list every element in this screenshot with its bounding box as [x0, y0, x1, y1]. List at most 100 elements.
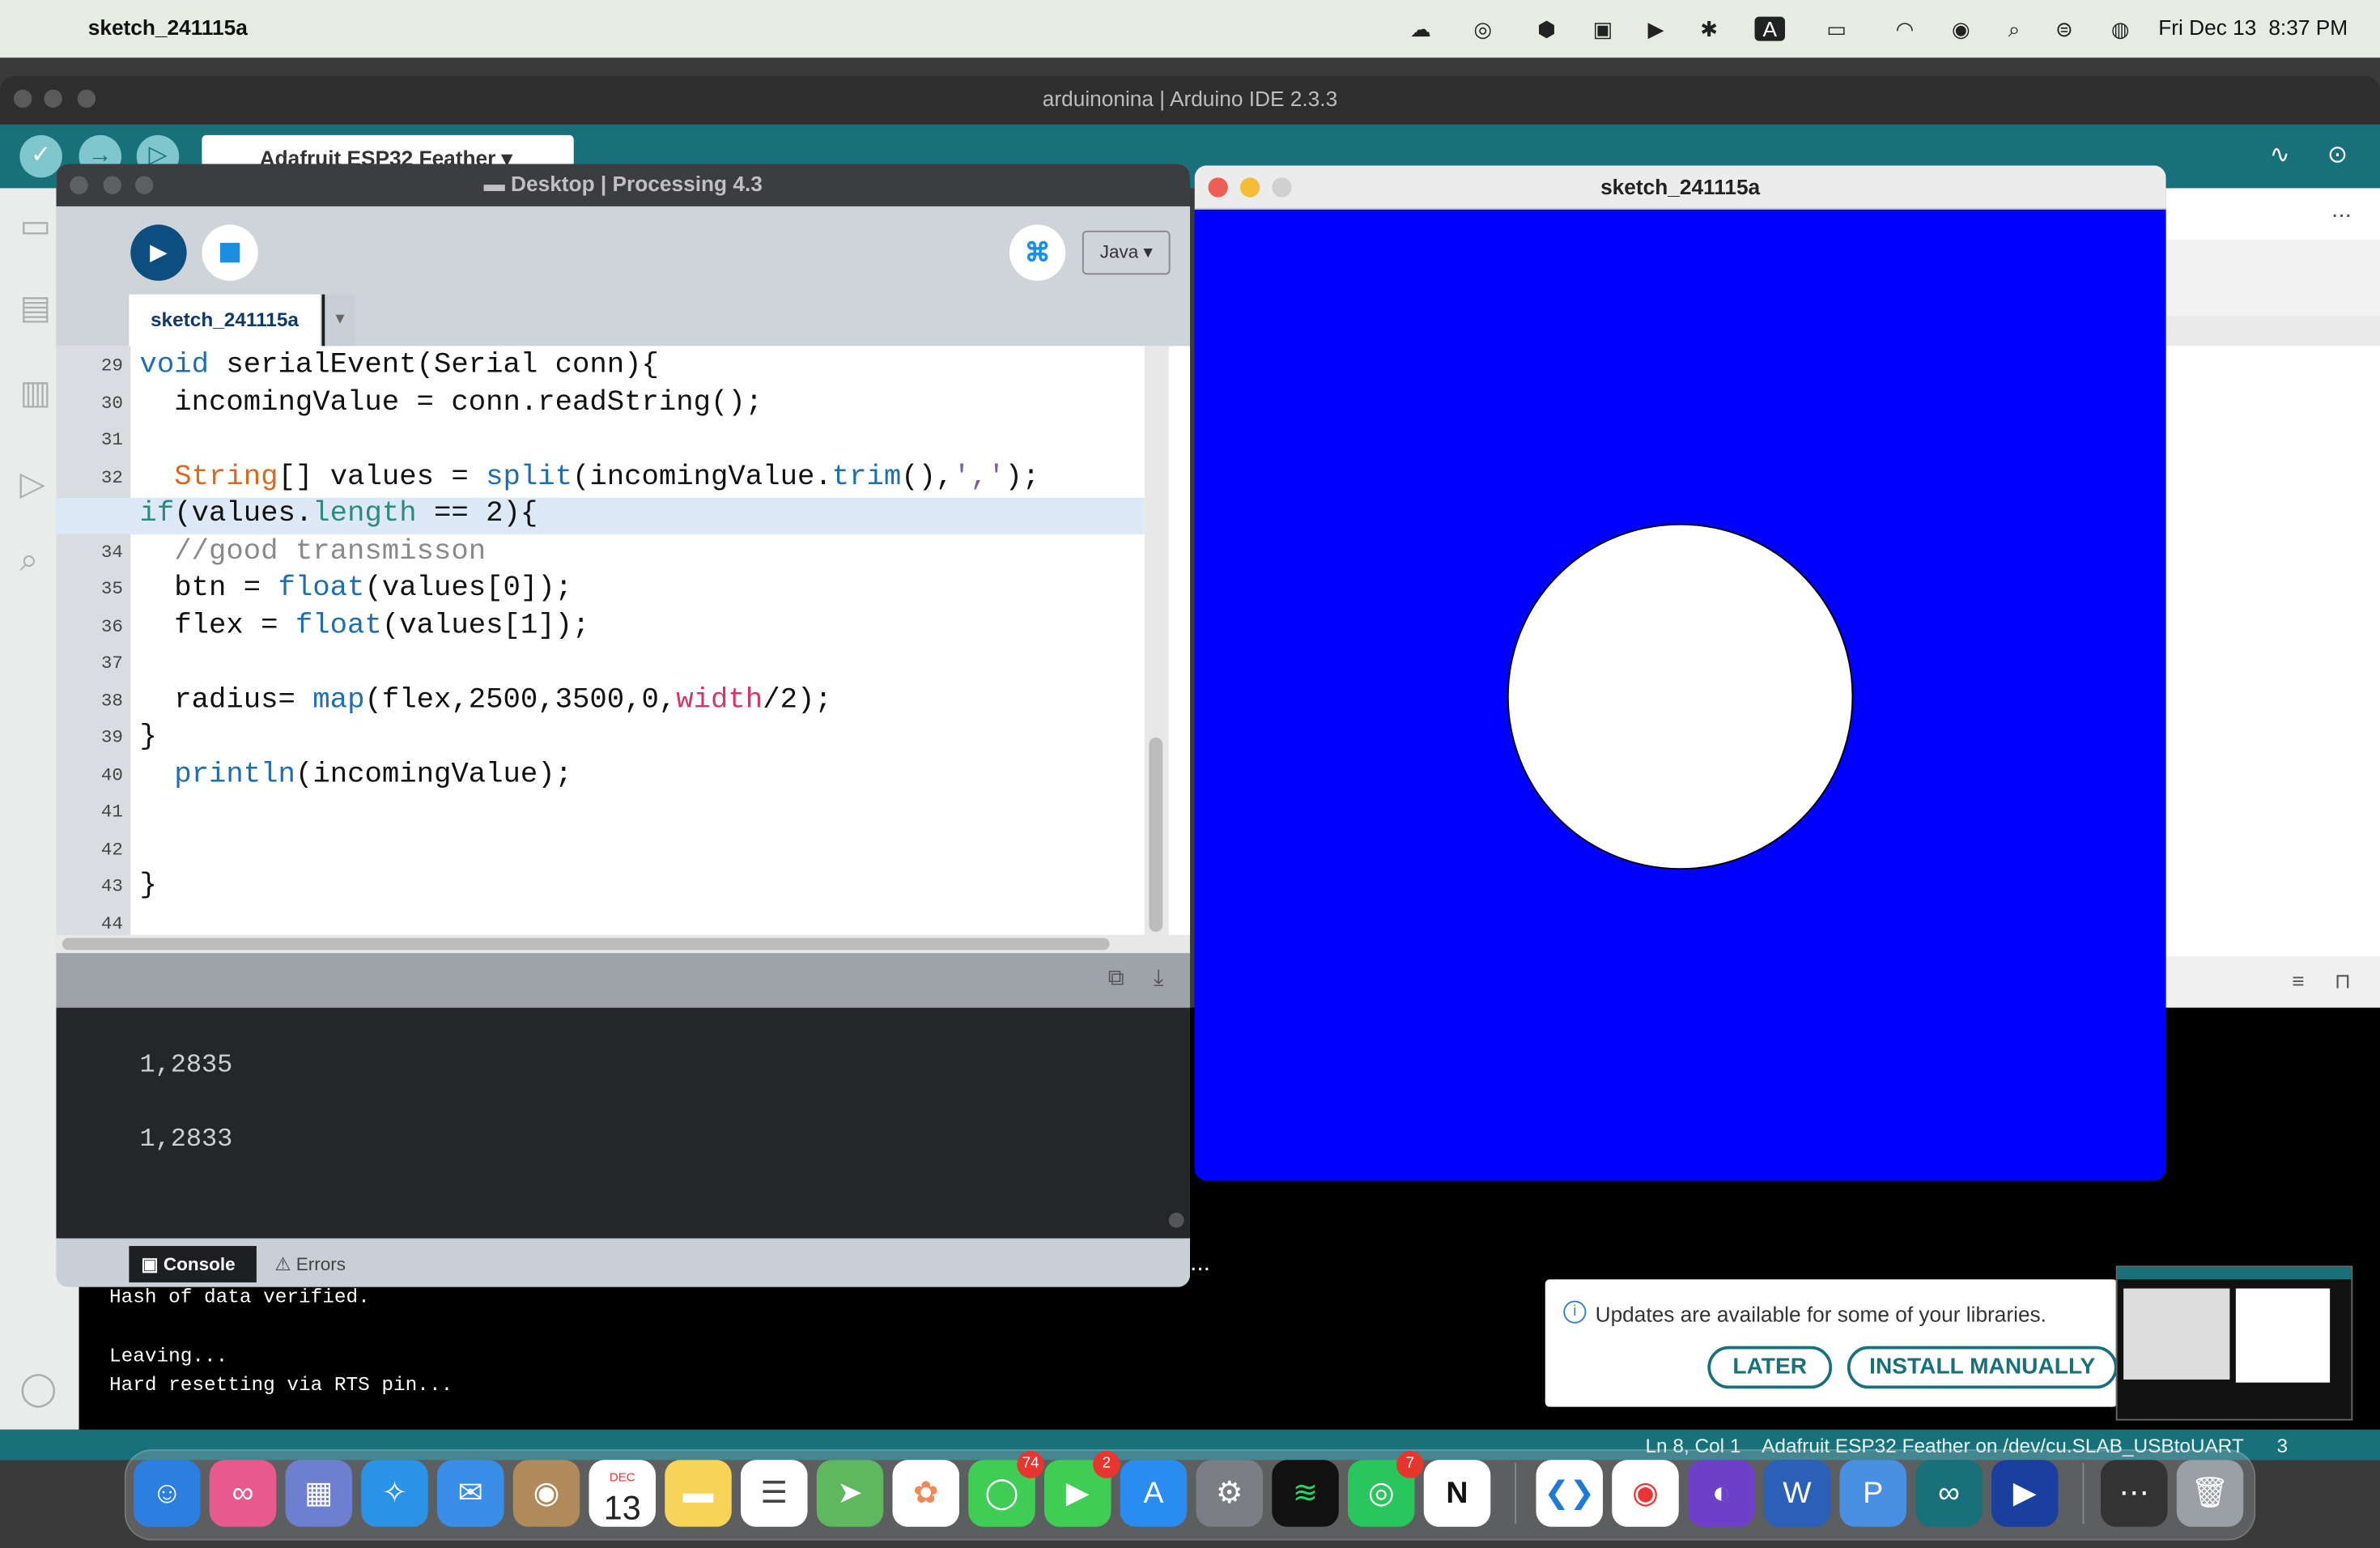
- maps-icon[interactable]: ➤: [816, 1460, 884, 1527]
- arduino-dock-icon[interactable]: ∞: [1915, 1460, 1983, 1527]
- lock-icon[interactable]: ⊓: [2335, 968, 2352, 994]
- code-comment: //good transmisson: [139, 533, 487, 568]
- creative-cloud-dock-icon[interactable]: ∞: [209, 1460, 277, 1527]
- line-number: 37: [100, 653, 123, 674]
- code-line: println(incomingValue);: [174, 756, 573, 790]
- chrome-icon[interactable]: ◉: [1612, 1460, 1679, 1527]
- tab-sketch[interactable]: sketch_241115a: [129, 294, 321, 347]
- media-player-icon[interactable]: ▶: [1991, 1460, 2059, 1527]
- later-button[interactable]: LATER: [1707, 1346, 1833, 1389]
- console-output: [56, 1007, 1190, 1239]
- facetime-badge: 2: [1093, 1451, 1120, 1478]
- teams-icon[interactable]: ▣: [1587, 17, 1618, 43]
- mode-label: Java: [1099, 241, 1139, 263]
- wifi-icon[interactable]: ◠: [1889, 17, 1920, 43]
- console-scroll-thumb[interactable]: [1168, 1212, 1184, 1228]
- safari-icon[interactable]: ✧: [361, 1460, 428, 1527]
- debugger-button[interactable]: ⌘: [1009, 224, 1066, 281]
- line-number: 31: [100, 429, 123, 451]
- app-store-icon[interactable]: A: [1120, 1460, 1188, 1527]
- line-number: 44: [100, 912, 123, 934]
- cloud-icon[interactable]: ☁: [1405, 17, 1436, 43]
- finder-icon[interactable]: ☺: [134, 1460, 201, 1527]
- sketch-window-title: sketch_241115a: [1600, 174, 1761, 199]
- zoom-icon[interactable]: [134, 176, 154, 194]
- play-icon[interactable]: ▶: [1641, 17, 1672, 43]
- collapse-icon[interactable]: ⤓: [1154, 965, 1163, 991]
- folder-icon[interactable]: ▭: [19, 206, 51, 246]
- line-number: 41: [100, 801, 123, 823]
- control-center-icon[interactable]: ⊜: [2049, 17, 2080, 43]
- zoom-icon[interactable]: [77, 89, 96, 108]
- messages-badge: 74: [1017, 1451, 1044, 1478]
- output-line: Leaving...: [109, 1344, 228, 1367]
- trash-icon[interactable]: 🗑: [2176, 1460, 2244, 1527]
- zoom-icon[interactable]: [1272, 177, 1292, 198]
- menu-bar: sketch_241115a ☁ ◎ ⬢ ▣ ▶ ✱ A ▭ ◠ ◉ ⌕ ⊜ ◍…: [0, 0, 2380, 58]
- search-icon[interactable]: ⌕: [1999, 17, 2029, 43]
- processing-dock-icon[interactable]: P: [1839, 1460, 1906, 1527]
- debug-sidebar-icon[interactable]: ▷: [19, 465, 45, 504]
- reminders-icon[interactable]: ☰: [741, 1460, 808, 1527]
- serial-plotter-icon[interactable]: ∿: [2259, 135, 2301, 177]
- notion-icon[interactable]: N: [1423, 1460, 1491, 1527]
- screenshot-thumbnail[interactable]: [2115, 1265, 2353, 1421]
- minimize-icon[interactable]: [44, 89, 62, 108]
- vscode-icon[interactable]: ❮❯: [1536, 1460, 1603, 1527]
- vertical-scrollbar[interactable]: [1144, 346, 1169, 935]
- more-icon[interactable]: ...: [2331, 198, 2352, 225]
- notes-icon[interactable]: ▬: [665, 1460, 732, 1527]
- search-sidebar-icon[interactable]: ⌕: [19, 540, 38, 580]
- calendar-month: DEC: [609, 1470, 635, 1485]
- clock[interactable]: Fri Dec 13 8:37 PM: [2158, 15, 2360, 40]
- bluetooth-icon[interactable]: ✱: [1694, 17, 1725, 43]
- word-icon[interactable]: W: [1763, 1460, 1831, 1527]
- copy-icon[interactable]: ⧉: [1108, 965, 1124, 991]
- user-icon[interactable]: ◉: [1946, 17, 1977, 43]
- close-icon[interactable]: [1208, 177, 1228, 198]
- creative-cloud-icon[interactable]: ◎: [1468, 17, 1498, 43]
- account-icon[interactable]: ◯: [19, 1369, 57, 1409]
- photos-icon[interactable]: ✿: [892, 1460, 959, 1527]
- battery-icon[interactable]: ▭: [1821, 17, 1852, 43]
- serial-monitor-icon[interactable]: ⊙: [2316, 135, 2359, 177]
- messages-icon[interactable]: ◯ 74: [968, 1451, 1044, 1527]
- downloads-stack-icon[interactable]: ⋯: [2101, 1460, 2168, 1527]
- install-manually-button[interactable]: INSTALL MANUALLY: [1847, 1346, 2118, 1389]
- app-status-icon[interactable]: ⬢: [1532, 17, 1562, 43]
- line-number: 30: [100, 392, 123, 414]
- launchpad-icon[interactable]: ▦: [285, 1460, 352, 1527]
- line-number: 34: [100, 541, 123, 563]
- notification-count[interactable]: 3: [2277, 1434, 2289, 1457]
- system-settings-icon[interactable]: ⚙: [1196, 1460, 1263, 1527]
- folder-icon: ▬: [483, 171, 512, 196]
- minimize-icon[interactable]: [1239, 177, 1260, 198]
- code-line: String[] values = split(incomingValue.tr…: [174, 459, 1040, 493]
- keyboard-input-icon[interactable]: A: [1754, 16, 1785, 41]
- mode-selector[interactable]: Java ▾: [1082, 230, 1171, 275]
- stop-button[interactable]: [202, 224, 258, 281]
- boards-manager-icon[interactable]: ▤: [19, 288, 51, 328]
- clear-output-icon[interactable]: ≡: [2292, 968, 2304, 993]
- facetime-icon[interactable]: ▶ 2: [1044, 1451, 1120, 1527]
- library-manager-icon[interactable]: ▥: [19, 373, 51, 413]
- mail-icon[interactable]: ✉: [437, 1460, 504, 1527]
- github-desktop-icon[interactable]: ◐: [1688, 1460, 1755, 1527]
- tab-menu-button[interactable]: ▼: [321, 294, 355, 347]
- contacts-icon[interactable]: ◉: [512, 1460, 580, 1527]
- notification-message: Updates are available for some of your l…: [1595, 1302, 2046, 1327]
- calendar-icon[interactable]: DEC 13: [589, 1460, 656, 1527]
- siri-icon[interactable]: ◍: [2106, 17, 2136, 43]
- close-icon[interactable]: [13, 89, 32, 108]
- horizontal-scrollbar[interactable]: [56, 934, 1190, 954]
- console-header: ⧉ ⤓: [56, 953, 1190, 1008]
- active-app-name[interactable]: sketch_241115a: [88, 15, 248, 40]
- code-editor[interactable]: 29303132333435363738394041424344 void se…: [56, 346, 1190, 954]
- tab-console[interactable]: ▣ Console: [129, 1245, 257, 1282]
- spotify-icon[interactable]: ≋: [1272, 1460, 1339, 1527]
- wechat-icon[interactable]: ◎ 7: [1348, 1451, 1424, 1527]
- tab-errors[interactable]: ⚠ Errors: [274, 1246, 346, 1282]
- close-icon[interactable]: [70, 176, 88, 194]
- minimize-icon[interactable]: [103, 176, 121, 194]
- run-button[interactable]: ▶: [130, 224, 187, 281]
